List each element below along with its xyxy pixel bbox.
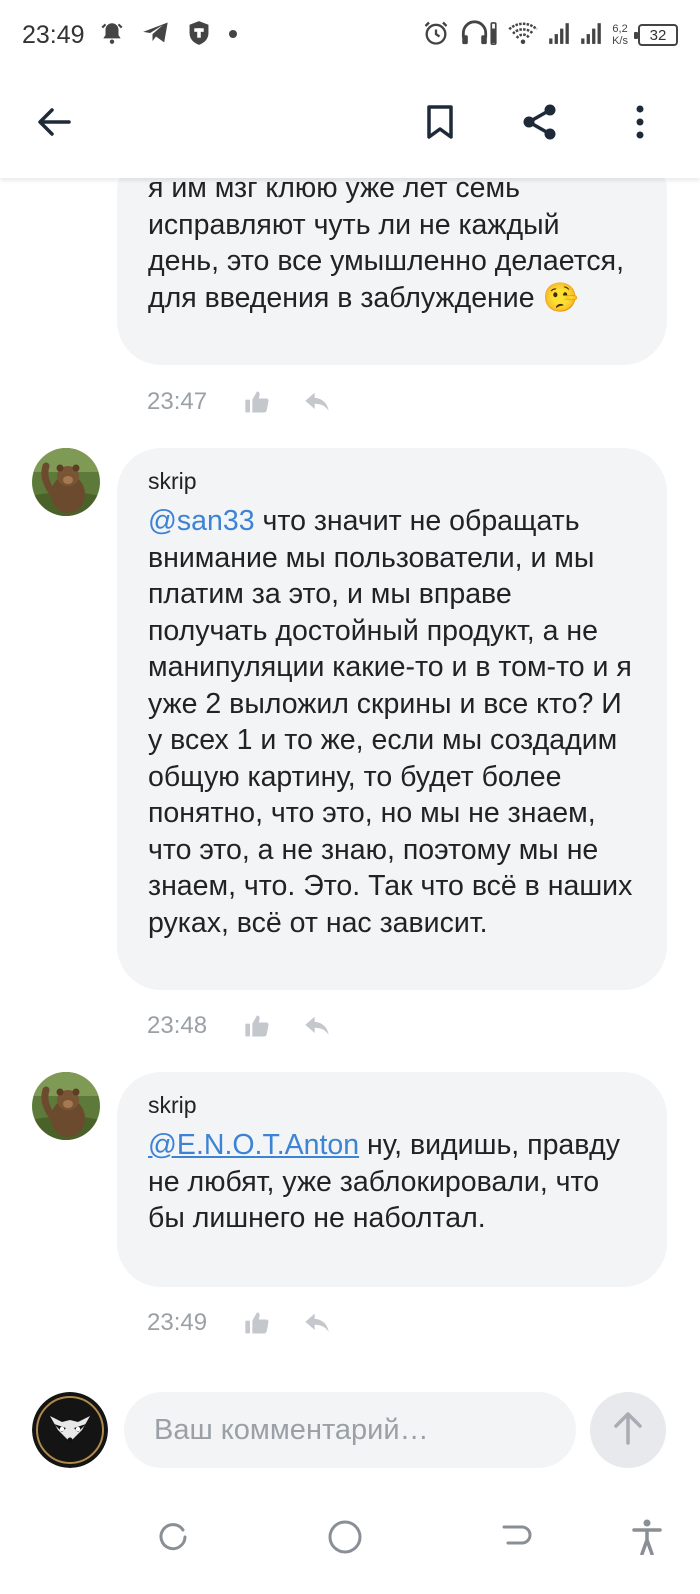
back-gesture-icon bbox=[500, 1523, 534, 1556]
accessibility-button[interactable] bbox=[622, 1514, 672, 1564]
wifi-icon bbox=[508, 20, 538, 51]
arrow-left-icon bbox=[37, 107, 71, 142]
signal-icon-1 bbox=[548, 21, 570, 50]
bookmark-icon bbox=[425, 104, 455, 145]
comment-text: @san33 что значит не обращать внимание м… bbox=[148, 503, 637, 941]
more-options-button[interactable] bbox=[612, 96, 668, 152]
comment-time: 23:48 bbox=[147, 1012, 208, 1039]
comment-bubble: я им мзг клюю уже лет семь исправляют чу… bbox=[117, 178, 667, 365]
comment-input[interactable] bbox=[124, 1392, 576, 1468]
my-avatar[interactable] bbox=[32, 1392, 108, 1468]
back-nav-button[interactable] bbox=[492, 1514, 542, 1564]
battery-indicator: 32 bbox=[634, 24, 678, 46]
comment-meta: 23:48 bbox=[147, 1011, 332, 1041]
share-icon bbox=[521, 103, 559, 146]
thumbs-up-icon bbox=[245, 391, 269, 413]
comments-feed[interactable]: я им мзг клюю уже лет семь исправляют чу… bbox=[0, 178, 700, 1384]
like-button[interactable] bbox=[242, 1308, 272, 1338]
comment-author[interactable]: skrip bbox=[148, 1092, 637, 1119]
reply-arrow-icon bbox=[305, 1313, 329, 1332]
reply-button[interactable] bbox=[302, 1011, 332, 1041]
mention-link[interactable]: @san33 bbox=[148, 505, 255, 537]
reply-button[interactable] bbox=[302, 387, 332, 417]
alarm-bell-icon bbox=[99, 20, 125, 51]
back-button[interactable] bbox=[26, 96, 82, 152]
home-circle-icon bbox=[327, 1519, 363, 1560]
accessibility-icon bbox=[632, 1519, 662, 1560]
thumbs-up-icon bbox=[245, 1312, 269, 1334]
comment-text: @E.N.O.T.Anton ну, видишь, правду не люб… bbox=[148, 1127, 637, 1237]
comment-composer bbox=[0, 1384, 700, 1474]
avatar[interactable] bbox=[32, 448, 100, 516]
recent-apps-button[interactable] bbox=[148, 1514, 198, 1564]
signal-icon-2 bbox=[580, 21, 602, 50]
reply-button[interactable] bbox=[302, 1308, 332, 1338]
share-button[interactable] bbox=[512, 96, 568, 152]
like-button[interactable] bbox=[242, 387, 272, 417]
reply-arrow-icon bbox=[305, 392, 329, 411]
mention-link[interactable]: @E.N.O.T.Anton bbox=[148, 1129, 359, 1161]
more-vertical-icon bbox=[635, 105, 645, 144]
bookmark-button[interactable] bbox=[412, 96, 468, 152]
telegram-icon bbox=[142, 21, 170, 50]
arrow-up-icon bbox=[613, 1411, 643, 1450]
dot-icon bbox=[228, 26, 238, 44]
comment-text: я им мзг клюю уже лет семь исправляют чу… bbox=[148, 178, 625, 314]
network-speed: 6,2 K/s bbox=[612, 23, 628, 47]
send-button[interactable] bbox=[590, 1392, 666, 1468]
reply-arrow-icon bbox=[305, 1016, 329, 1035]
comment-body: что значит не обращать внимание мы польз… bbox=[148, 505, 633, 939]
comment-bubble: skrip @E.N.O.T.Anton ну, видишь, правду … bbox=[117, 1072, 667, 1287]
status-time: 23:49 bbox=[22, 20, 85, 49]
comment-meta: 23:47 bbox=[147, 387, 332, 417]
system-nav-bar bbox=[0, 1484, 700, 1594]
recent-apps-icon bbox=[157, 1521, 189, 1558]
comment-meta: 23:49 bbox=[147, 1308, 332, 1338]
comment-bubble: skrip @san33 что значит не обращать вним… bbox=[117, 448, 667, 990]
comment-author[interactable]: skrip bbox=[148, 468, 637, 495]
thumbs-up-icon bbox=[245, 1015, 269, 1037]
avatar[interactable] bbox=[32, 1072, 100, 1140]
alarm-clock-icon bbox=[422, 19, 450, 52]
status-bar: 23:49 6,2 K/s 32 bbox=[0, 0, 700, 70]
app-header bbox=[0, 70, 700, 178]
headphones-battery-icon bbox=[460, 19, 498, 52]
comment-time: 23:49 bbox=[147, 1309, 208, 1336]
shield-app-icon bbox=[187, 20, 211, 51]
like-button[interactable] bbox=[242, 1011, 272, 1041]
comment-time: 23:47 bbox=[147, 388, 208, 415]
home-button[interactable] bbox=[320, 1514, 370, 1564]
